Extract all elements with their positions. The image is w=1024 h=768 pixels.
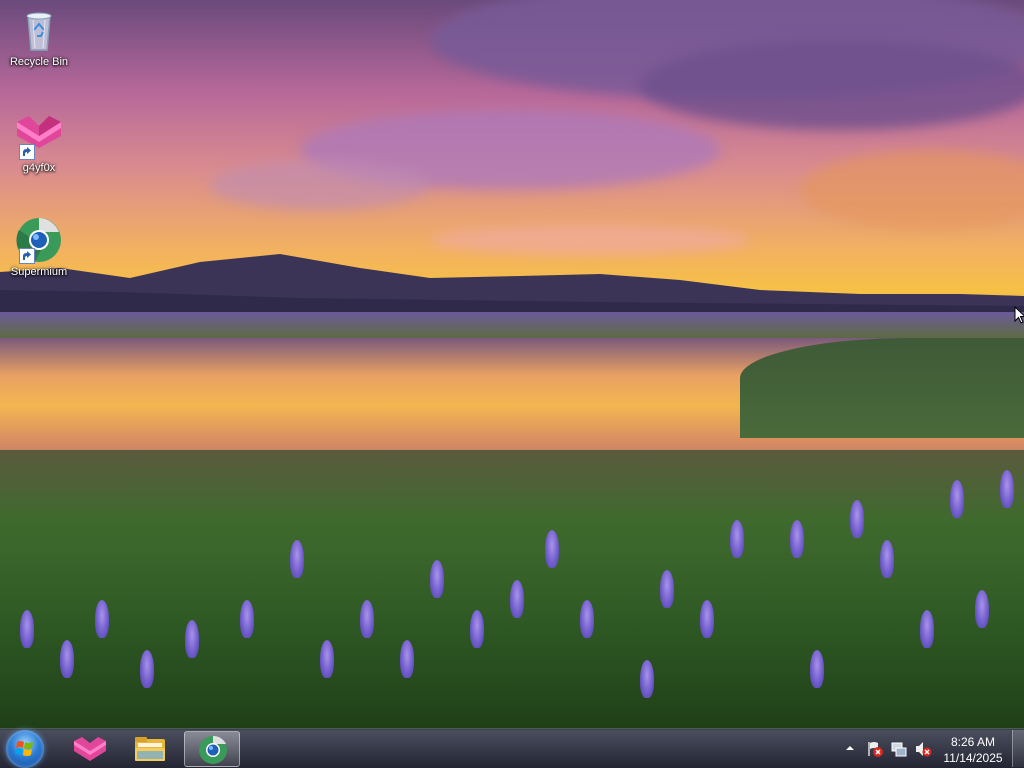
- taskbar-g4yf0x-button[interactable]: [62, 731, 118, 767]
- shortcut-arrow-icon: [19, 144, 35, 160]
- show-hidden-icons-arrow[interactable]: [844, 742, 856, 768]
- desktop[interactable]: Recycle Bin g4yf0x Supermium 8:26 AM 11/…: [0, 0, 1024, 768]
- supermium-browser-icon: [199, 735, 227, 764]
- shortcut-arrow-icon: [19, 248, 35, 264]
- taskbar: 8:26 AM 11/14/2025: [0, 728, 1024, 768]
- desktop-icon-recycle-bin[interactable]: Recycle Bin: [1, 6, 77, 69]
- network-icon[interactable]: [890, 740, 908, 768]
- file-explorer-icon: [135, 737, 165, 761]
- desktop-icon-label: g4yf0x: [22, 162, 56, 174]
- desktop-icon-supermium[interactable]: Supermium: [1, 216, 77, 279]
- recycle-bin-icon: [15, 6, 63, 54]
- show-desktop-button[interactable]: [1012, 730, 1024, 767]
- windows-start-orb-icon: [15, 741, 33, 756]
- desktop-icon-label: Supermium: [10, 266, 68, 278]
- clock-date: 11/14/2025: [943, 751, 1003, 765]
- g4yf0x-app-icon: [74, 737, 106, 761]
- action-center-flag-icon[interactable]: [866, 740, 884, 768]
- start-button[interactable]: [6, 730, 44, 768]
- taskbar-file-explorer-button[interactable]: [122, 731, 178, 767]
- volume-muted-icon[interactable]: [914, 740, 932, 768]
- g4yf0x-app-icon: [15, 112, 63, 160]
- desktop-icon-g4yf0x[interactable]: g4yf0x: [1, 112, 77, 175]
- taskbar-supermium-button[interactable]: [184, 731, 240, 767]
- mouse-cursor-icon: [1014, 305, 1024, 329]
- clock-time: 8:26 AM: [950, 735, 996, 749]
- taskbar-clock[interactable]: 8:26 AM 11/14/2025: [936, 734, 1010, 766]
- desktop-icon-label: Recycle Bin: [9, 56, 69, 68]
- supermium-browser-icon: [15, 216, 63, 264]
